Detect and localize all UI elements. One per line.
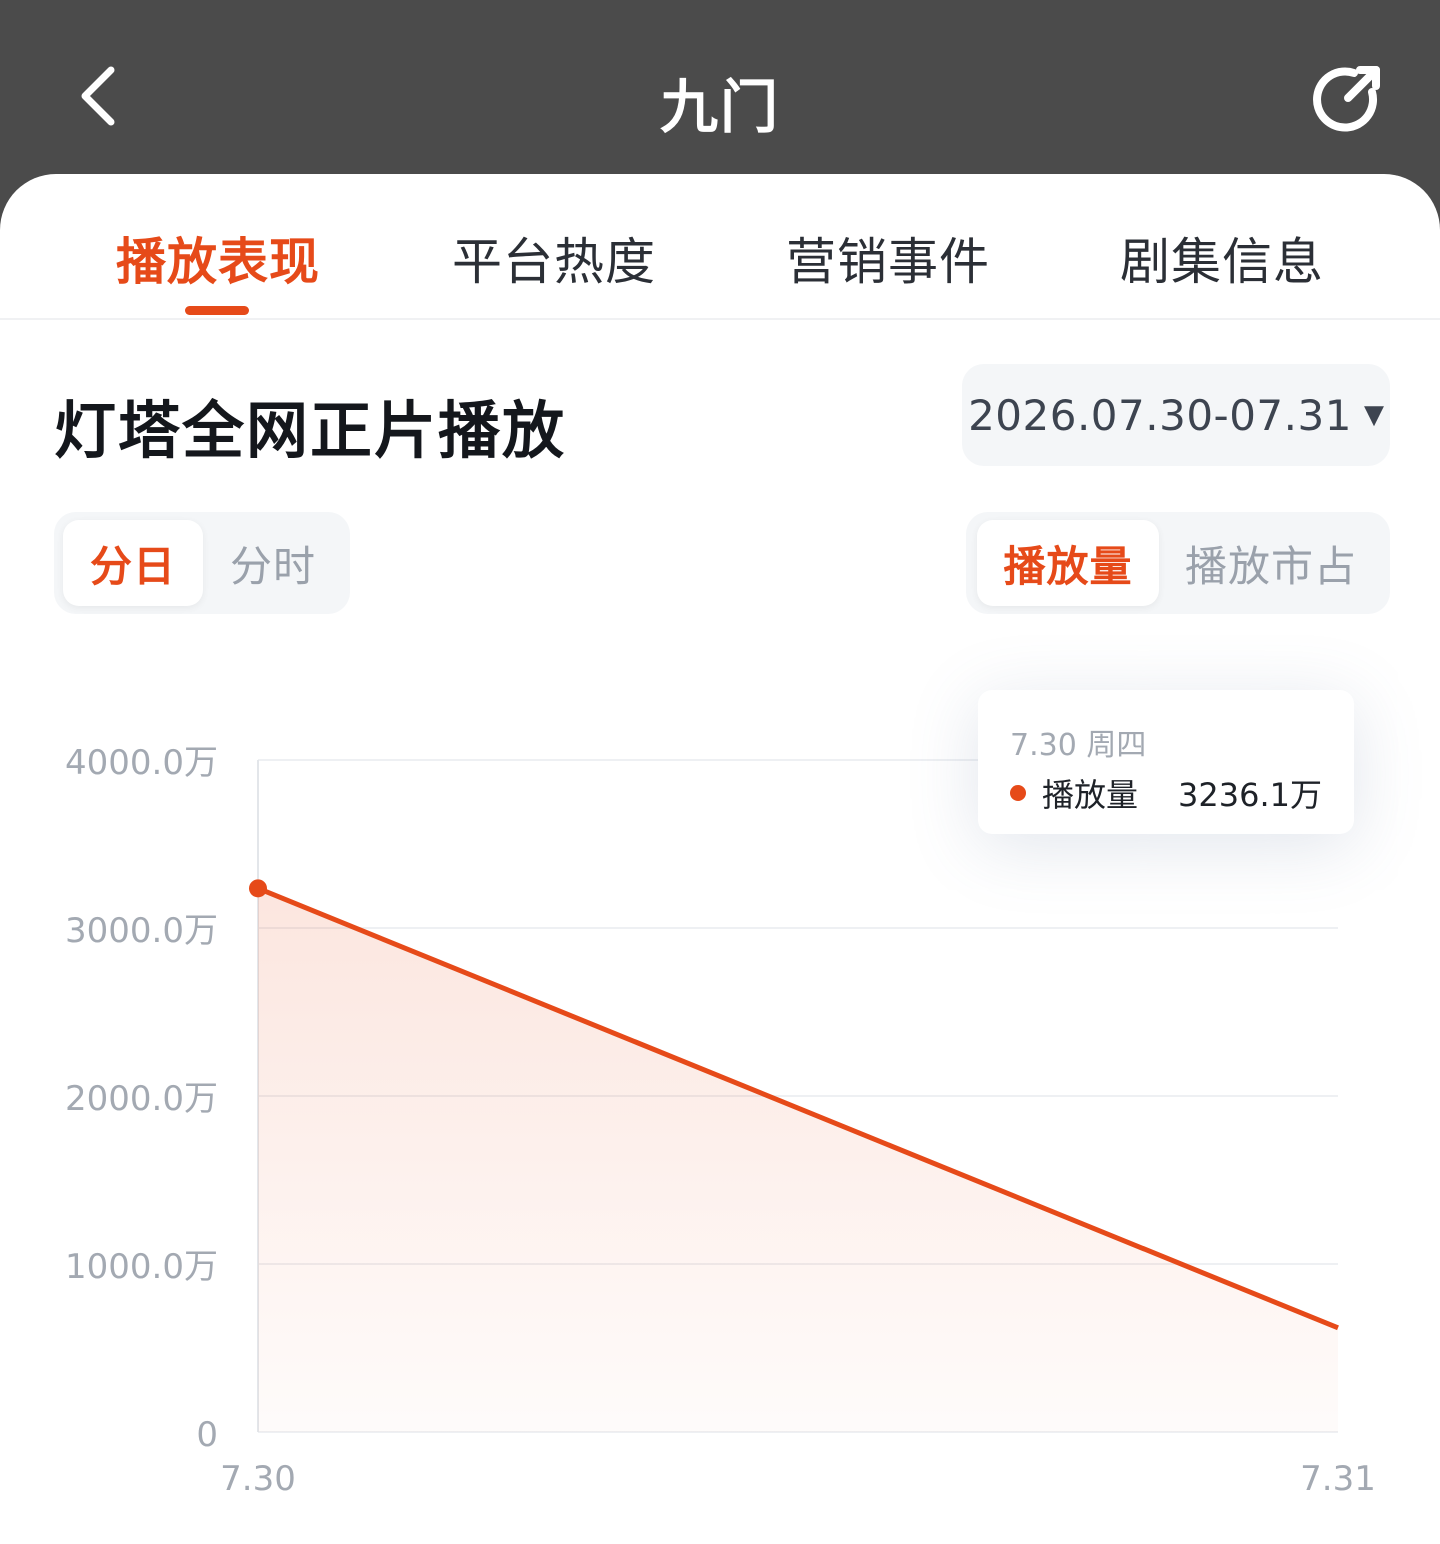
chart-tooltip: 7.30 周四 播放量 3236.1万 xyxy=(978,690,1354,834)
x-tick-label: 7.31 xyxy=(1300,1459,1376,1499)
y-tick-label: 2000.0万 xyxy=(65,1079,218,1119)
data-point-highlight xyxy=(249,879,267,898)
x-tick-label: 7.30 xyxy=(220,1459,296,1499)
y-tick-label: 4000.0万 xyxy=(65,743,218,783)
tooltip-value: 3236.1万 xyxy=(1178,776,1322,814)
y-tick-label: 3000.0万 xyxy=(65,911,218,951)
series-dot-icon xyxy=(1010,785,1026,801)
series-area xyxy=(258,888,1338,1432)
tooltip-series-label: 播放量 xyxy=(1042,776,1139,814)
y-tick-label: 0 xyxy=(196,1415,218,1455)
tooltip-date: 7.30 周四 xyxy=(1010,728,1147,763)
y-tick-label: 1000.0万 xyxy=(65,1247,218,1287)
